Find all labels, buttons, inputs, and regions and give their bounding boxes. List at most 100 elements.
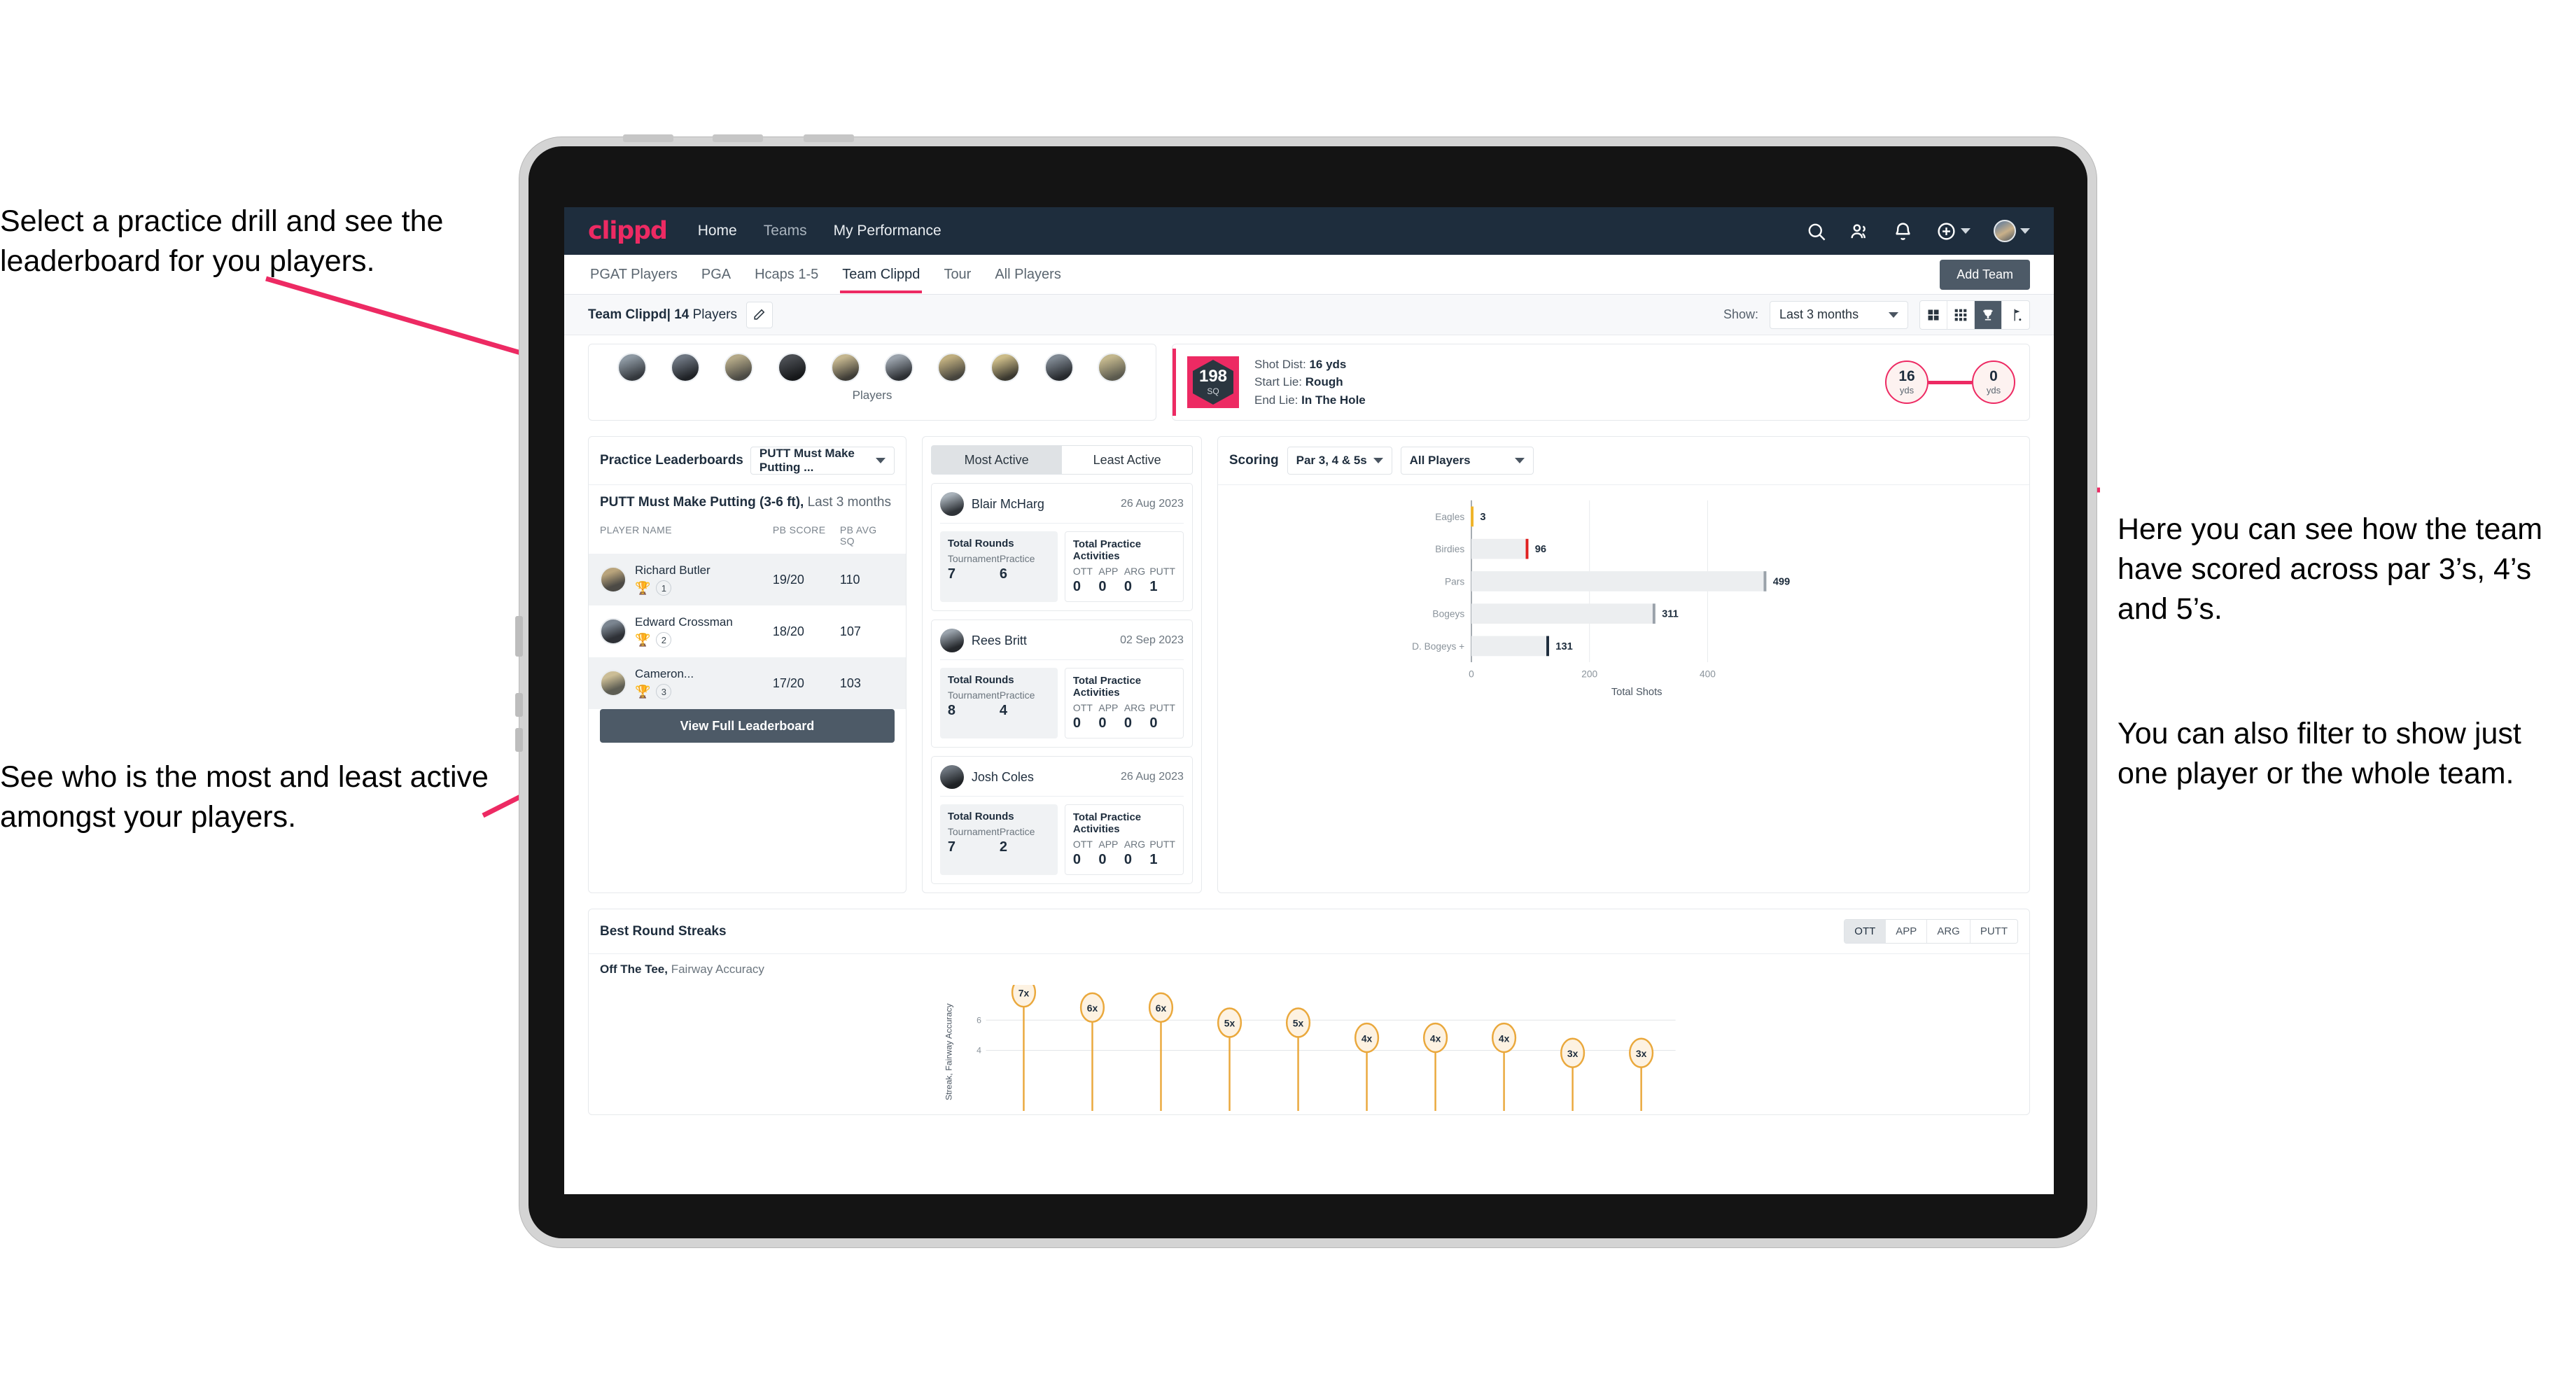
avatar[interactable] <box>990 353 1021 382</box>
trophy-icon[interactable] <box>1975 300 2002 329</box>
avatar[interactable] <box>884 353 914 382</box>
leaderboard-player-info: Cameron... 🏆 3 <box>635 667 773 699</box>
streak-tab-arg[interactable]: ARG <box>1927 920 1970 943</box>
avatar[interactable] <box>830 353 860 382</box>
nav-teams[interactable]: Teams <box>761 218 810 244</box>
practice-arg-value: 0 <box>1124 715 1132 731</box>
shot-dist-value: 16 yds <box>1309 357 1347 371</box>
leaderboard-player-info: Richard Butler 🏆 1 <box>635 564 773 596</box>
tablet-button-side-1 <box>515 616 523 657</box>
total-rounds-box: Total Rounds Tournament 7 Practice 6 <box>939 531 1058 602</box>
tab-hcaps-1-5[interactable]: Hcaps 1-5 <box>752 256 820 293</box>
view-full-leaderboard-button[interactable]: View Full Leaderboard <box>600 709 895 743</box>
player-name: Josh Coles <box>971 769 1034 784</box>
total-rounds-box: Total Rounds Tournament 8 Practice 4 <box>939 668 1058 738</box>
list-item[interactable]: Josh Coles 26 Aug 2023 Total Rounds Tour… <box>930 756 1193 884</box>
practice-activities-values: OTT 0 APP 0 ARG 0 PUTT 0 <box>1073 702 1175 732</box>
pb-score-value: 19/20 <box>772 572 804 587</box>
table-row[interactable]: Edward Crossman 🏆 2 18/20 107 <box>589 606 906 657</box>
golf-flag-icon[interactable] <box>2002 301 2029 329</box>
practice-arg-label: ARG <box>1124 839 1146 850</box>
x-tick-label: 0 <box>1469 669 1474 680</box>
profile-menu[interactable] <box>1994 220 2030 242</box>
avatar <box>600 670 626 696</box>
avatar[interactable] <box>1994 220 2016 242</box>
avatar[interactable] <box>777 353 807 382</box>
practice-putt-label: PUTT <box>1149 702 1175 713</box>
streak-tab-ott[interactable]: OTT <box>1844 920 1886 943</box>
lollipop-value-label: 4x <box>1430 1032 1441 1044</box>
avatar <box>600 566 626 593</box>
tab-tour[interactable]: Tour <box>941 256 973 293</box>
clippd-logo[interactable]: clippd <box>588 217 668 245</box>
table-row[interactable]: Cameron... 🏆 3 17/20 103 <box>589 657 906 709</box>
avatar[interactable] <box>671 353 701 382</box>
add-menu[interactable] <box>1936 221 1970 241</box>
practice-ott: OTT 0 <box>1073 566 1098 595</box>
scoring-header: Scoring Par 3, 4 & 5s All Players <box>1218 437 2029 484</box>
grid-small-icon[interactable] <box>1947 300 1975 329</box>
par-filter-value: Par 3, 4 & 5s <box>1296 454 1367 467</box>
shot-dist-line: Shot Dist: 16 yds <box>1254 356 1366 374</box>
player-name: Blair McHarg <box>971 496 1044 511</box>
practice-ott-value: 0 <box>1072 579 1081 594</box>
tab-pga[interactable]: PGA <box>699 256 733 293</box>
tab-least-active[interactable]: Least Active <box>1062 445 1193 475</box>
category-label: D. Bogeys + <box>1412 641 1464 652</box>
team-title: Team Clippd| 14 Players <box>588 307 737 323</box>
search-icon[interactable] <box>1806 221 1826 241</box>
plus-circle-icon[interactable] <box>1936 221 1956 241</box>
total-rounds-box: Total Rounds Tournament 7 Practice 2 <box>939 804 1058 875</box>
scoring-card: Scoring Par 3, 4 & 5s All Players 0 200 40… <box>1217 436 2030 893</box>
nav-home[interactable]: Home <box>695 218 740 244</box>
chevron-down-icon <box>1373 458 1383 463</box>
practice-app-label: APP <box>1098 702 1119 713</box>
show-period-select[interactable]: Last 3 months <box>1770 300 1908 329</box>
player-filter-select[interactable]: All Players <box>1400 447 1534 475</box>
par-filter-select[interactable]: Par 3, 4 & 5s <box>1287 447 1392 475</box>
drill-select[interactable]: PUTT Must Make Putting ... <box>750 447 895 475</box>
avatar[interactable] <box>1097 353 1127 382</box>
players-avatar-strip <box>589 353 1156 382</box>
practice-arg: ARG 0 <box>1124 839 1149 868</box>
bar-value-label: 3 <box>1480 512 1485 523</box>
total-rounds-title: Total Rounds <box>947 538 1014 550</box>
lollipop-value-label: 7x <box>1018 987 1030 998</box>
shot-dist-label: Shot Dist: <box>1254 357 1306 371</box>
category-label: Eagles <box>1435 512 1464 522</box>
avatar[interactable] <box>724 353 754 382</box>
streak-tab-putt[interactable]: PUTT <box>1970 920 2017 943</box>
player-name: Richard Butler <box>635 564 710 577</box>
bell-icon[interactable] <box>1893 221 1913 241</box>
grid-large-icon[interactable] <box>1920 300 1947 329</box>
avatar[interactable] <box>937 353 967 382</box>
avatar[interactable] <box>617 353 648 382</box>
tab-pgat-players[interactable]: PGAT Players <box>588 256 680 293</box>
edit-team-button[interactable] <box>746 301 773 328</box>
leaderboard-player-info: Edward Crossman 🏆 2 <box>635 615 773 648</box>
practice-putt-label: PUTT <box>1149 566 1175 577</box>
total-rounds-values: Tournament 7 Practice 2 <box>948 826 1050 855</box>
tab-all-players[interactable]: All Players <box>993 256 1063 293</box>
streak-tab-app[interactable]: APP <box>1886 920 1928 943</box>
player-badges: 🏆 3 <box>635 684 773 699</box>
list-item[interactable]: Blair McHarg 26 Aug 2023 Total Rounds To… <box>930 483 1193 611</box>
chevron-down-icon <box>1514 458 1525 463</box>
drill-select-value: PUTT Must Make Putting ... <box>759 447 855 474</box>
category-label: Birdies <box>1435 544 1464 554</box>
practice-arg-value: 0 <box>1124 852 1132 867</box>
subbar-controls: Show: Last 3 months <box>1723 300 2030 330</box>
annotation-top-left: Select a practice drill and see the lead… <box>0 204 444 278</box>
list-item[interactable]: Rees Britt 02 Sep 2023 Total Rounds Tour… <box>930 620 1193 748</box>
people-icon[interactable] <box>1849 221 1870 241</box>
add-team-button[interactable]: Add Team <box>1940 259 2030 290</box>
y-axis-label: Streak, Fairway Accuracy <box>944 1003 953 1100</box>
tab-team-clippd[interactable]: Team Clippd <box>840 256 923 293</box>
table-row[interactable]: Richard Butler 🏆 1 19/20 110 <box>589 554 906 606</box>
avatar[interactable] <box>1044 353 1074 382</box>
tab-most-active[interactable]: Most Active <box>930 445 1063 475</box>
nav-my-performance[interactable]: My Performance <box>831 218 944 244</box>
annotation-right-filter: You can also filter to show just one pla… <box>2118 717 2521 790</box>
show-label: Show: <box>1723 307 1758 321</box>
lollipop-value-label: 3x <box>1567 1048 1578 1059</box>
